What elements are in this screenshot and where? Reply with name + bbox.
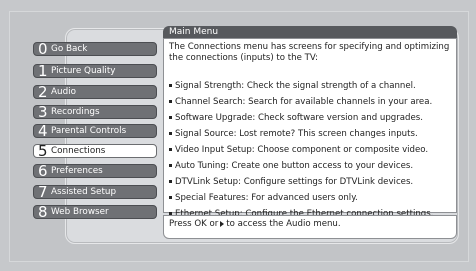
bullet-icon <box>169 196 172 199</box>
feature-item: Auto Tuning: Create one button access to… <box>169 158 451 174</box>
feature-item: Signal Strength: Check the signal streng… <box>169 78 451 94</box>
menu-item-number: 5 <box>38 142 48 160</box>
hint-text-start: Press OK or <box>169 219 219 229</box>
menu-item-number: 8 <box>38 203 48 221</box>
menu-item-label: Go Back <box>51 44 88 54</box>
feature-item: DTVLink Setup: Configure settings for DT… <box>169 174 451 190</box>
menu-item-recordings[interactable]: 3 Recordings <box>33 103 157 121</box>
menu-item-number: 6 <box>38 162 48 180</box>
menu-item-number: 2 <box>38 83 48 101</box>
bullet-icon <box>169 148 172 151</box>
feature-item: Software Upgrade: Check software version… <box>169 110 451 126</box>
menu-item-label: Recordings <box>51 107 100 117</box>
feature-list: Signal Strength: Check the signal streng… <box>169 78 451 222</box>
feature-item: Channel Search: Search for available cha… <box>169 94 451 110</box>
bullet-icon <box>169 180 172 183</box>
menu-item-number: 7 <box>38 183 48 201</box>
bullet-icon <box>169 100 172 103</box>
menu-item-number: 3 <box>38 103 48 121</box>
bullet-icon <box>169 164 172 167</box>
menu-item-preferences[interactable]: 6 Preferences <box>33 162 157 180</box>
menu-item-picture-quality[interactable]: 1 Picture Quality <box>33 62 157 80</box>
menu-item-audio[interactable]: 2 Audio <box>33 83 157 101</box>
bullet-icon <box>169 84 172 87</box>
menu-item-connections[interactable]: 5 Connections <box>33 142 157 160</box>
right-arrow-icon <box>220 220 225 227</box>
main-menu-title: Main Menu <box>163 26 457 38</box>
feature-item: Special Features: For advanced users onl… <box>169 190 451 206</box>
description-panel: The Connections menu has screens for spe… <box>163 38 457 219</box>
menu-item-parental-controls[interactable]: 4 Parental Controls <box>33 122 157 140</box>
feature-item: Video Input Setup: Choose component or c… <box>169 142 451 158</box>
menu-item-label: Assisted Setup <box>51 187 117 197</box>
bullet-icon <box>169 132 172 135</box>
menu-item-label: Audio <box>51 87 77 97</box>
menu-item-label: Parental Controls <box>51 126 127 136</box>
menu-item-go-back[interactable]: 0 Go Back <box>33 40 157 58</box>
hint-text-end: to access the Audio menu. <box>226 219 341 229</box>
hint-panel: Press OK or to access the Audio menu. <box>163 215 457 239</box>
menu-item-label: Preferences <box>51 166 103 176</box>
menu-item-label: Connections <box>51 146 106 156</box>
menu-item-label: Picture Quality <box>51 66 116 76</box>
description-intro: The Connections menu has screens for spe… <box>169 42 450 63</box>
menu-item-label: Web Browser <box>51 207 109 217</box>
menu-item-web-browser[interactable]: 8 Web Browser <box>33 203 157 221</box>
menu-item-number: 4 <box>38 122 48 140</box>
menu-item-assisted-setup[interactable]: 7 Assisted Setup <box>33 183 157 201</box>
menu-item-number: 1 <box>38 62 48 80</box>
feature-item: Signal Source: Lost remote? This screen … <box>169 126 451 142</box>
bullet-icon <box>169 116 172 119</box>
menu-item-number: 0 <box>38 40 48 58</box>
